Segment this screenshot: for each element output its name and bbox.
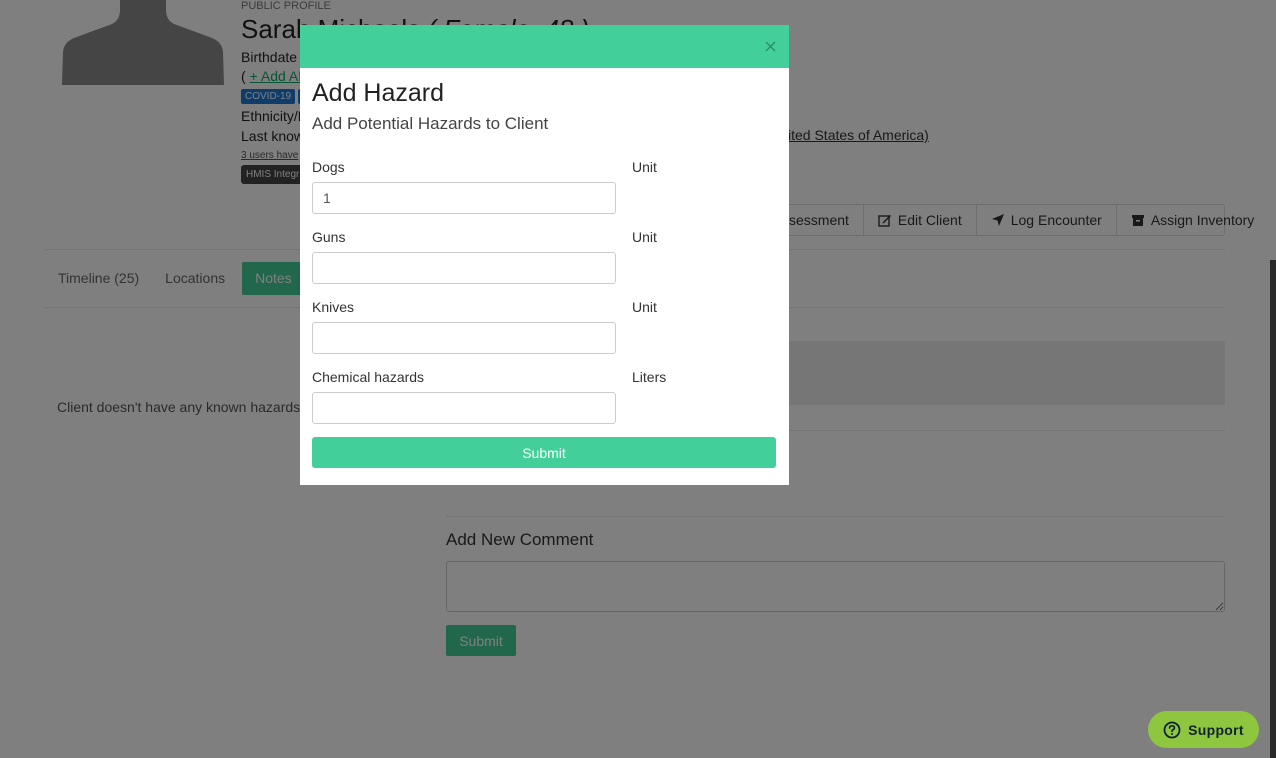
hazard-input-guns[interactable] bbox=[312, 252, 616, 284]
hazard-input-dogs[interactable] bbox=[312, 182, 616, 214]
hazard-label-knives: Knives bbox=[312, 299, 355, 315]
hazard-label-chemical: Chemical hazards bbox=[312, 369, 425, 385]
modal-title: Add Hazard bbox=[312, 79, 445, 107]
hazard-unit-chemical: Liters bbox=[632, 369, 667, 385]
help-icon bbox=[1163, 721, 1181, 738]
hazard-unit-knives: Unit bbox=[632, 299, 657, 315]
scrollbar[interactable] bbox=[1270, 260, 1276, 758]
hazard-label-guns: Guns bbox=[312, 229, 346, 245]
hazard-input-knives[interactable] bbox=[312, 322, 616, 354]
close-icon[interactable] bbox=[764, 40, 777, 53]
hazard-submit-button[interactable]: Submit bbox=[312, 437, 776, 468]
support-button[interactable]: Support bbox=[1148, 711, 1259, 748]
hazard-input-chemical[interactable] bbox=[312, 392, 616, 424]
hazard-unit-guns: Unit bbox=[632, 229, 657, 245]
support-label: Support bbox=[1188, 721, 1244, 738]
hazard-label-dogs: Dogs bbox=[312, 159, 345, 175]
modal-header bbox=[300, 25, 789, 68]
modal-subtitle: Add Potential Hazards to Client bbox=[312, 114, 549, 133]
add-hazard-modal: Add Hazard Add Potential Hazards to Clie… bbox=[300, 25, 789, 485]
hazard-unit-dogs: Unit bbox=[632, 159, 657, 175]
